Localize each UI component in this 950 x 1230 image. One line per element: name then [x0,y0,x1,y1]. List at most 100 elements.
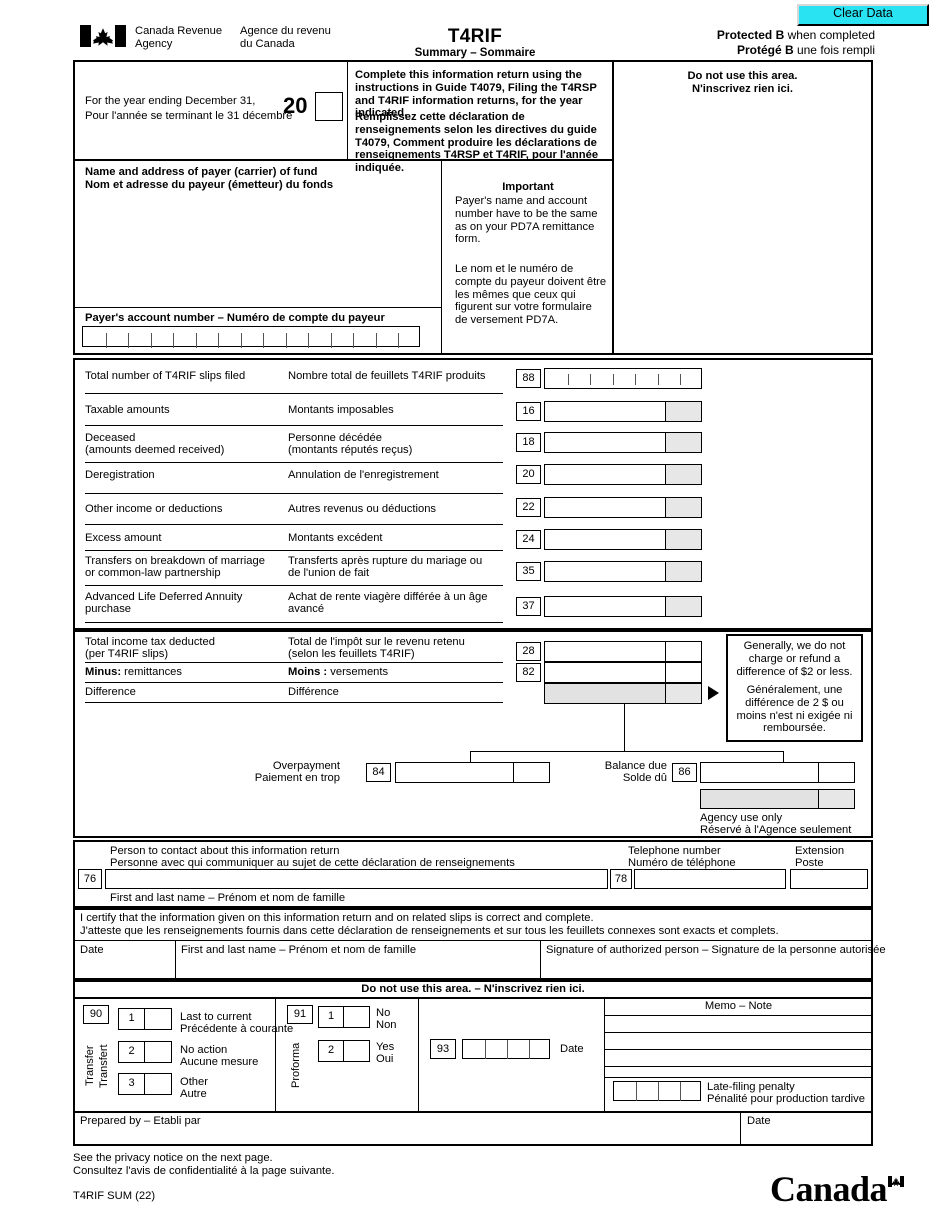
year-input[interactable] [315,92,343,121]
box-number-16: 16 [516,402,541,421]
box-number-91: 91 [287,1005,313,1024]
penalty-label-en: Late-filing penalty [707,1081,795,1093]
field-contact-name[interactable] [105,869,608,889]
tax-row-0-label-fr: Total de l'impôt sur le revenu retenu [288,636,465,648]
clear-data-button[interactable]: Clear Data [797,4,929,26]
field-extension[interactable] [790,869,868,889]
tax-row-0-label-fr2: (selon les feuillets T4RIF) [288,648,415,660]
proforma-option-1-field[interactable]: 1 [318,1006,370,1028]
field-box-35[interactable] [544,561,702,582]
prepared-date-input[interactable] [743,1126,869,1144]
field-box-88[interactable] [544,368,702,389]
box-number-22: 22 [516,498,541,517]
prepared-by-input[interactable] [76,1126,736,1144]
transfer-option-1-field[interactable]: 1 [118,1008,172,1030]
box-number-35: 35 [516,562,541,581]
amount-row-3-label-fr: Annulation de l'enregistrement [288,469,439,481]
field-box-82[interactable] [544,662,702,683]
amount-row-6-label-en: Transfers on breakdown of marriage [85,555,265,567]
certification-divider [73,940,873,941]
field-late-filing-penalty[interactable] [613,1081,701,1101]
payer-account-input[interactable] [82,326,420,348]
box-number-76: 76 [78,869,102,889]
cents-subfield [665,433,701,452]
box-number-90: 90 [83,1005,109,1024]
protected-b-en-rest: when completed [784,28,875,42]
certification-signature-input[interactable] [543,956,869,978]
box-number-20: 20 [516,465,541,484]
tax-rule-2 [85,702,503,703]
amount-row-5-rule [85,550,503,551]
proforma-option-1-label-fr: Non [376,1019,397,1031]
amount-row-0-label-fr: Nombre total de feuillets T4RIF produits [288,370,486,382]
certification-name-input[interactable] [178,956,536,978]
certification-name-label: First and last name – Prénom et nom de f… [181,944,417,956]
field-box-18[interactable] [544,432,702,453]
field-box-86[interactable] [700,762,855,783]
tax-row-2-label-en: Difference [85,686,136,698]
field-box-28[interactable] [544,641,702,662]
field-box-37[interactable] [544,596,702,617]
memo-line-input-3[interactable] [606,1050,871,1065]
transfer-option-3-label-fr: Autre [180,1088,207,1100]
balance-due-label-fr: Solde dû [622,772,667,784]
amount-row-7-label-fr: Achat de rente viagère différée à un âge [288,591,488,603]
tax-rule-1 [85,682,503,683]
privacy-notice-en: See the privacy notice on the next page. [73,1152,273,1164]
amount-row-4-label-fr: Autres revenus ou déductions [288,503,437,515]
connector-horiz-split [470,751,783,752]
amount-row-2-rule [85,462,503,463]
box-number-37: 37 [516,597,541,616]
agency-use-label-en: Agency use only [700,812,783,824]
field-box-22[interactable] [544,497,702,518]
amount-row-4-rule [85,524,503,525]
amount-row-2-label-en2: (amounts deemed received) [85,444,225,456]
box-number-86: 86 [672,763,697,782]
field-box-84[interactable] [395,762,550,783]
box-number-84: 84 [366,763,391,782]
memo-line-input-4[interactable] [606,1067,871,1076]
contact-label-en: Person to contact about this information… [110,845,340,857]
amount-row-1-label-fr: Montants imposables [288,404,394,416]
memo-line-input-1[interactable] [606,1016,871,1031]
protected-b-fr-rest: une fois rempli [793,43,875,57]
tax-row-1-rest-en: remittances [121,666,182,678]
amount-row-6-label-fr2: de l'union de fait [288,567,370,579]
field-box-93-date[interactable] [462,1039,550,1059]
proforma-option-2-field[interactable]: 2 [318,1040,370,1062]
divider-agency-top [73,997,873,999]
certification-signature-label: Signature of authorized person – Signatu… [546,944,886,956]
payer-name-input[interactable] [80,194,435,304]
year-label-fr: Pour l'année se terminant le 31 décembre [85,110,293,122]
field-phone[interactable] [634,869,786,889]
instructions-fr: Remplissez cette déclaration de renseign… [355,111,599,175]
transfer-option-2-field[interactable]: 2 [118,1041,172,1063]
contact-name-hint: First and last name – Prénom et nom de f… [110,892,346,904]
important-text-en: Payer's name and account number have to … [455,195,598,246]
field-difference [544,683,702,704]
transfer-option-1-label-fr: Précédente à courante [180,1023,294,1035]
payer-account-label: Payer's account number – Numéro de compt… [85,312,385,324]
certification-vline-2 [540,940,541,980]
balance-due-label-en: Balance due [604,760,667,772]
memo-line-input-2[interactable] [606,1033,871,1048]
amount-row-6-label-fr: Transferts après rupture du mariage ou [288,555,483,567]
field-box-24[interactable] [544,529,702,550]
transfer-option-3-label-en: Other [180,1076,208,1088]
certification-date-input[interactable] [76,956,172,978]
divider-transfer-proforma [275,997,276,1113]
canada-flag-icon [80,25,126,47]
transfer-vertical-label-en: Transfer [84,1045,96,1087]
proforma-vertical-label: Proforma [290,1042,302,1088]
field-box-16[interactable] [544,401,702,422]
field-box-20[interactable] [544,464,702,485]
amount-row-3-rule [85,493,503,494]
penalty-label-fr: Pénalité pour production tardive [707,1093,865,1105]
tax-row-1-minus-fr: Moins : [288,666,328,678]
amount-row-7-rule [85,622,503,623]
tax-rule-0 [85,662,503,663]
memo-title: Memo – Note [704,1000,773,1012]
transfer-option-3-field[interactable]: 3 [118,1073,172,1095]
ext-label-fr: Poste [795,857,824,869]
protected-b-fr-bold: Protégé B [736,43,794,57]
